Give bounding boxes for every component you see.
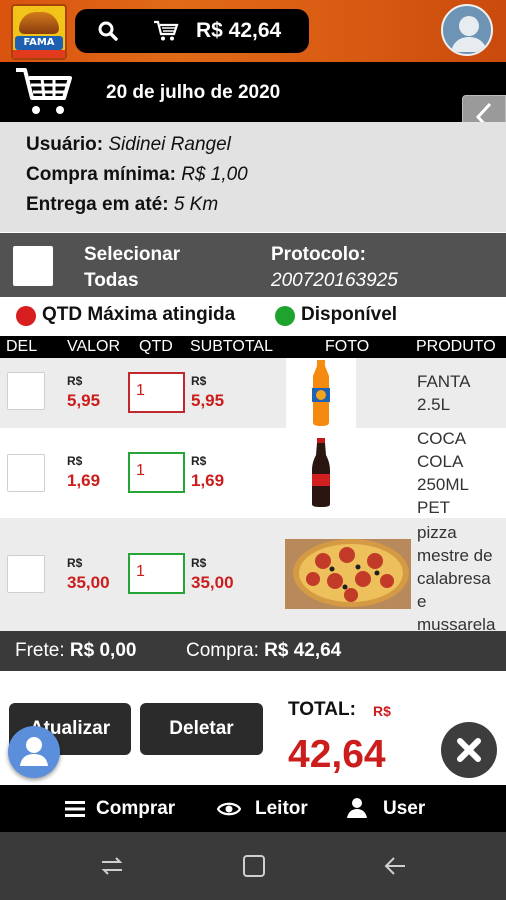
table-row: R$ 5,95 1 R$ 5,95 FANTA 2.5L — [0, 358, 506, 428]
total-value: 42,64 — [288, 733, 386, 776]
table-row: R$ 1,69 1 R$ 1,69 COCA COLA 250ML PET — [0, 428, 506, 518]
select-all-checkbox[interactable] — [13, 246, 53, 286]
shopping-cart-icon — [14, 66, 74, 123]
col-foto: FOTO — [325, 338, 370, 355]
bottom-navigation: Comprar Leitor User — [0, 785, 506, 832]
cart-total: R$ 42,64 — [196, 19, 282, 42]
protocol-number: 200720163925 — [271, 270, 398, 291]
app-header: FAMA R$ 42,64 — [0, 0, 506, 62]
table-header: DEL VALOR QTD SUBTOTAL FOTO PRODUTO — [0, 336, 506, 358]
home-icon[interactable] — [241, 854, 267, 883]
row-subtotal: 35,00 — [191, 573, 234, 592]
freight: Frete: R$ 0,00 — [15, 640, 137, 661]
row-price: 5,95 — [67, 391, 101, 410]
product-photo-fanta — [286, 358, 356, 428]
burger-logo-graphic — [19, 12, 59, 34]
user-icon — [347, 798, 367, 818]
fama-logo[interactable]: FAMA — [11, 4, 67, 60]
back-icon[interactable] — [383, 854, 409, 883]
nav-buy[interactable]: Comprar — [64, 796, 175, 822]
purchase: Compra: R$ 42,64 — [186, 640, 342, 661]
system-navigation-bar — [0, 832, 506, 900]
delivery-row: Entrega em até: 5 Km — [26, 194, 219, 215]
purchase-value: R$ 42,64 — [264, 640, 342, 661]
quantity-input[interactable]: 1 — [128, 372, 185, 413]
cart-summary-pill[interactable]: R$ 42,64 — [75, 9, 309, 53]
menu-icon — [65, 801, 85, 817]
row-delete-checkbox[interactable] — [7, 372, 45, 410]
close-icon — [457, 738, 481, 762]
product-name: FANTA 2.5L — [417, 372, 471, 414]
red-dot-icon — [16, 306, 36, 326]
status-legend: QTD Máxima atingida Disponível — [0, 297, 506, 335]
profile-avatar[interactable] — [441, 4, 493, 56]
product-photo-coca-cola — [286, 438, 356, 508]
select-all-label: Selecionar Todas — [84, 244, 181, 291]
eye-icon — [217, 802, 241, 816]
close-button[interactable] — [441, 722, 497, 778]
row-price: 1,69 — [67, 471, 101, 490]
order-date: 20 de julho de 2020 — [106, 82, 281, 103]
col-valor: VALOR — [67, 338, 121, 355]
legend-available-label: Disponível — [301, 304, 398, 325]
user-fab[interactable] — [8, 726, 60, 778]
cart-icon[interactable] — [153, 20, 179, 42]
freight-value: R$ 0,00 — [69, 640, 137, 661]
row-subtotal: 5,95 — [191, 391, 225, 410]
col-qtd: QTD — [139, 338, 173, 355]
green-dot-icon — [275, 306, 295, 326]
recents-icon[interactable] — [98, 854, 126, 883]
product-name: COCA COLA 250ML PET — [417, 429, 469, 517]
total-label: TOTAL: — [288, 699, 356, 720]
nav-reader[interactable]: Leitor — [217, 796, 308, 822]
order-date-bar: 20 de julho de 2020 — [0, 62, 506, 122]
min-purchase-row: Compra mínima: R$ 1,00 — [26, 164, 248, 185]
person-icon — [20, 737, 48, 766]
user-row: Usuário: Sidinei Rangel — [26, 134, 231, 155]
delete-button[interactable]: Deletar — [140, 703, 263, 755]
col-produto: PRODUTO — [416, 338, 496, 355]
col-subtotal: SUBTOTAL — [190, 338, 273, 355]
delivery-value: 5 Km — [173, 194, 219, 215]
freight-summary-bar: Frete: R$ 0,00 Compra: R$ 42,64 — [0, 631, 506, 671]
cart-actions: Atualizar Deletar TOTAL: R$ 42,64 — [0, 671, 506, 785]
table-row: R$ 35,00 1 R$ 35,00 pizza mestre de cala… — [0, 518, 506, 634]
selection-bar: Selecionar Todas Protocolo: 200720163925 — [0, 233, 506, 297]
nav-user[interactable]: User — [346, 796, 425, 822]
row-subtotal: 1,69 — [191, 471, 225, 490]
quantity-input[interactable]: 1 — [128, 452, 185, 493]
product-name: pizza mestre de calabresa e mussarela — [417, 523, 496, 634]
quantity-input[interactable]: 1 — [128, 553, 185, 594]
legend-max-label: QTD Máxima atingida — [42, 304, 236, 325]
order-info: Usuário: Sidinei Rangel Compra mínima: R… — [0, 122, 506, 232]
search-icon[interactable] — [97, 20, 119, 42]
user-name: Sidinei Rangel — [108, 134, 231, 155]
row-delete-checkbox[interactable] — [7, 555, 45, 593]
min-purchase-value: R$ 1,00 — [181, 164, 248, 185]
total-currency: R$ — [373, 703, 391, 719]
protocol: Protocolo: 200720163925 — [271, 242, 398, 294]
product-photo-pizza — [285, 539, 411, 609]
col-del: DEL — [6, 338, 38, 355]
row-delete-checkbox[interactable] — [7, 454, 45, 492]
logo-text: FAMA — [15, 36, 63, 50]
row-price: 35,00 — [67, 573, 110, 592]
